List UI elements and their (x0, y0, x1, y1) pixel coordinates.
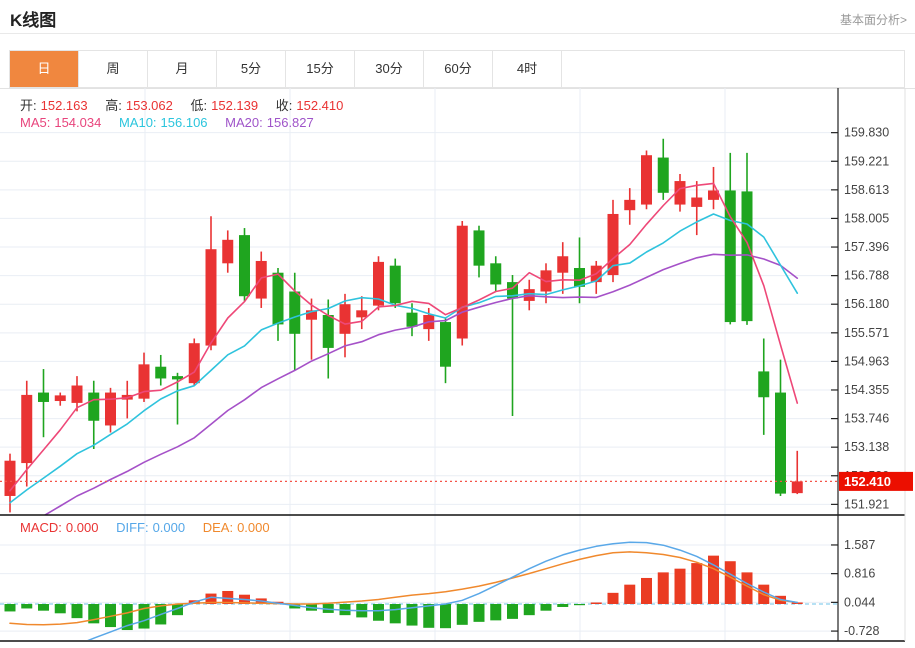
candles (5, 139, 803, 513)
current-price-value: 152.410 (844, 474, 891, 489)
price-axis-label: 157.396 (844, 240, 889, 254)
ma10-line (10, 214, 797, 503)
price-axis-label: 154.963 (844, 354, 889, 368)
price-axis-label: 156.788 (844, 269, 889, 283)
price-axis-label: 159.830 (844, 126, 889, 140)
macd-axis-label: 1.587 (844, 538, 875, 552)
macd-axis-label: -0.728 (844, 624, 879, 638)
price-axis-label: 153.138 (844, 440, 889, 454)
ma5-line (10, 183, 797, 490)
macd-axis-label: 0.816 (844, 567, 875, 581)
macd-histogram (5, 556, 803, 630)
price-axis-label: 154.355 (844, 383, 889, 397)
current-price-badge: 152.410 (839, 472, 913, 491)
kline-chart[interactable]: 159.830 159.221 158.613 158.005 157.396 156.7… (0, 0, 915, 648)
price-axis-label: 155.571 (844, 326, 889, 340)
ma-lines (10, 183, 797, 537)
price-axis-label: 153.746 (844, 412, 889, 426)
price-axis-label: 158.005 (844, 211, 889, 225)
price-axis-label: 158.613 (844, 183, 889, 197)
price-axis-label: 159.221 (844, 154, 889, 168)
macd-axis-label: 0.044 (844, 595, 875, 609)
price-axis-label: 156.180 (844, 297, 889, 311)
price-axis-label: 151.921 (844, 497, 889, 511)
kline-app: K线图 基本面分析> 日 周 月 5分 15分 30分 60分 4时 159.8… (0, 0, 915, 648)
price-axis: 159.830 159.221 158.613 158.005 157.396 156.7… (831, 126, 889, 512)
